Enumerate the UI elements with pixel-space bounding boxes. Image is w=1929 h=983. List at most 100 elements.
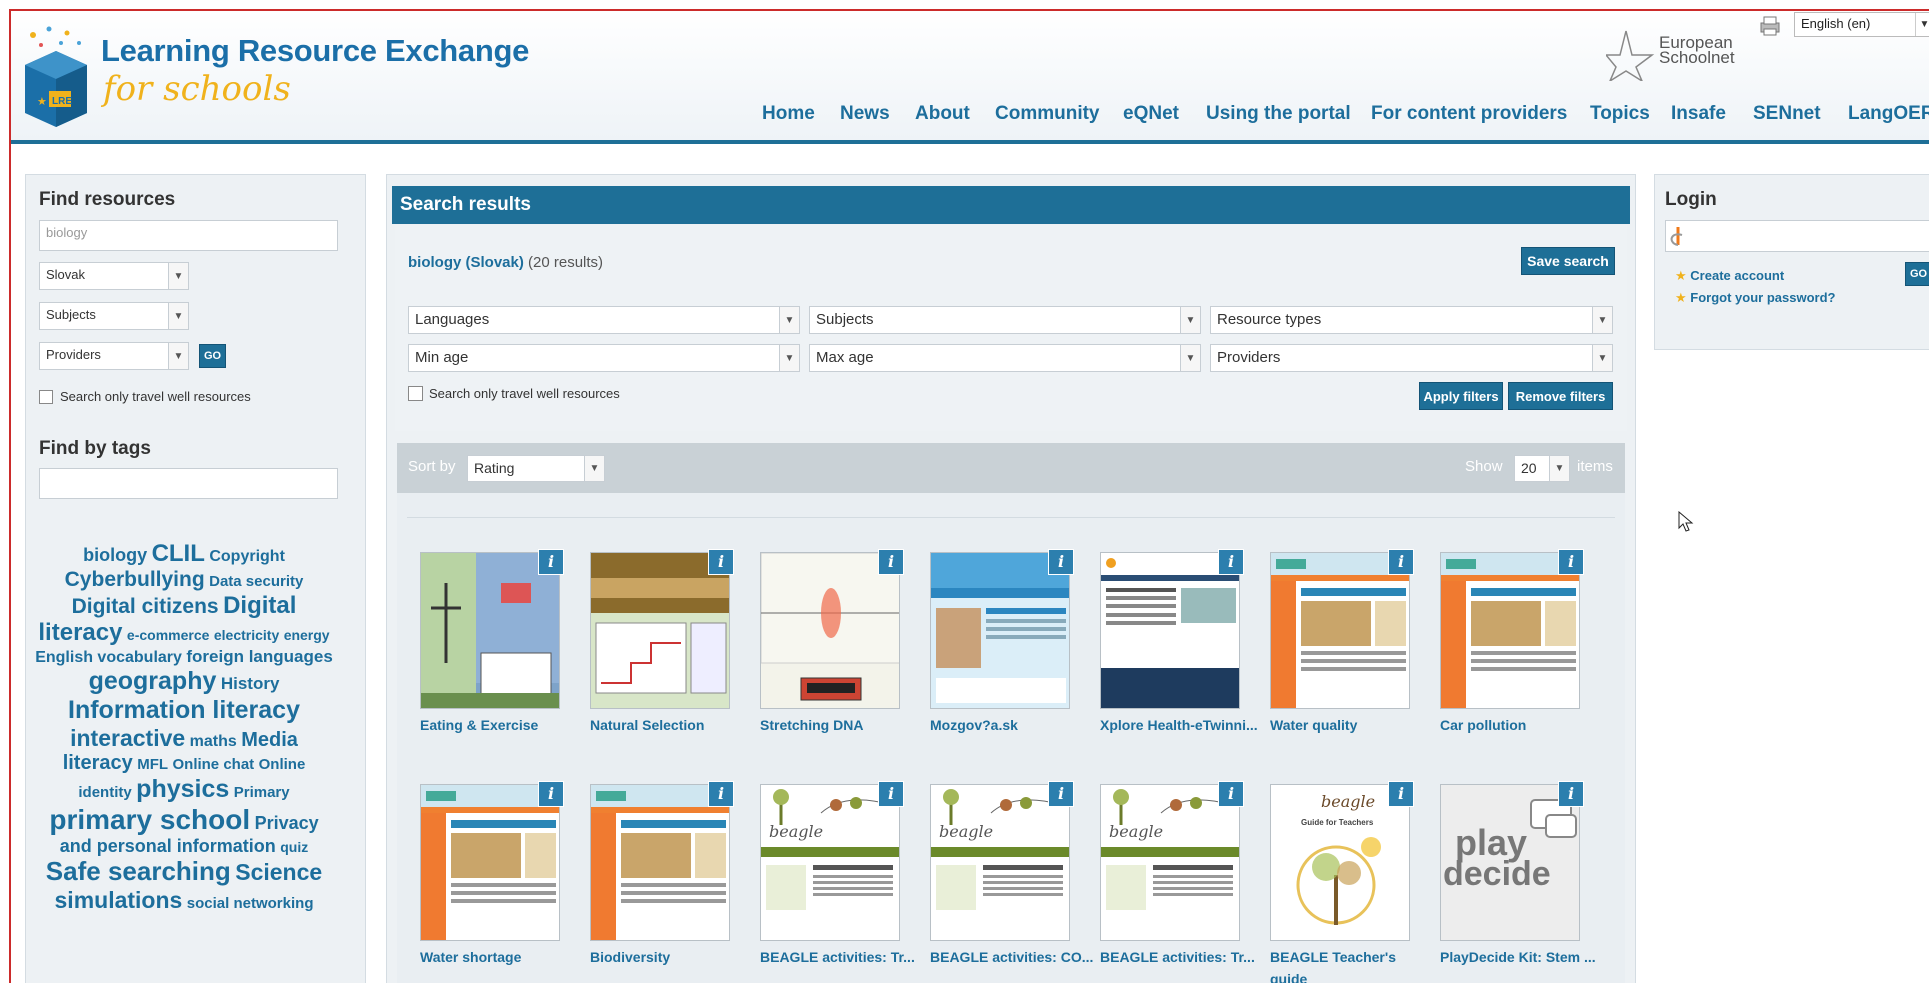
tag-link[interactable]: Digital citizens xyxy=(72,595,219,618)
providers-dropdown[interactable]: Providers ▼ xyxy=(39,342,189,370)
nav-home[interactable]: Home xyxy=(762,103,815,125)
info-icon[interactable]: i xyxy=(1388,549,1414,575)
result-thumbnail[interactable] xyxy=(420,552,560,709)
result-thumbnail[interactable]: play decide xyxy=(1440,784,1580,941)
result-thumbnail[interactable] xyxy=(590,784,730,941)
info-icon[interactable]: i xyxy=(1048,781,1074,807)
result-card[interactable]: i Xplore Health-eTwinni... xyxy=(1100,549,1258,742)
nav-community[interactable]: Community xyxy=(995,103,1100,125)
login-go-button[interactable]: GO xyxy=(1905,262,1929,286)
result-thumbnail[interactable] xyxy=(760,552,900,709)
result-card[interactable]: i Eating & Exercise xyxy=(420,549,570,742)
result-card[interactable]: i Water shortage xyxy=(420,781,570,974)
resource-types-filter[interactable]: Resource types ▼ xyxy=(1210,306,1613,334)
nav-for-content-providers[interactable]: For content providers xyxy=(1371,103,1567,125)
tag-link[interactable]: Safe searching xyxy=(46,856,231,886)
result-thumbnail[interactable] xyxy=(1100,552,1240,709)
nav-insafe[interactable]: Insafe xyxy=(1671,103,1726,125)
result-card[interactable]: i Stretching DNA xyxy=(760,549,910,742)
result-title[interactable]: Water quality xyxy=(1270,714,1435,736)
travel-well-checkbox[interactable] xyxy=(39,390,53,404)
info-icon[interactable]: i xyxy=(538,549,564,575)
result-title[interactable]: BEAGLE activities: Tr... xyxy=(1100,946,1265,968)
languages-filter[interactable]: Languages ▼ xyxy=(408,306,800,334)
tag-link[interactable]: physics xyxy=(136,775,229,803)
result-title[interactable]: Car pollution xyxy=(1440,714,1605,736)
nav-topics[interactable]: Topics xyxy=(1590,103,1650,125)
info-icon[interactable]: i xyxy=(1048,549,1074,575)
result-thumbnail[interactable]: beagle Guide for Teachers xyxy=(1270,784,1410,941)
search-input[interactable]: biology xyxy=(39,220,338,251)
tag-link[interactable]: MFL xyxy=(137,756,168,773)
tag-link[interactable]: CLIL xyxy=(152,540,205,567)
result-title[interactable]: BEAGLE activities: Tr... xyxy=(760,946,925,968)
tag-link[interactable]: Online chat xyxy=(172,756,254,773)
nav-eqnet[interactable]: eQNet xyxy=(1123,103,1179,125)
tag-link[interactable]: Copyright xyxy=(209,548,285,565)
tag-link[interactable]: biology xyxy=(83,545,147,565)
result-card[interactable]: beagle i BEAGLE activities: CO... xyxy=(930,781,1093,974)
openid-input[interactable] xyxy=(1665,220,1929,252)
result-title[interactable]: BEAGLE activities: CO... xyxy=(930,946,1095,968)
page-size-select[interactable]: 20 ▼ xyxy=(1514,455,1570,482)
tag-link[interactable]: electricity xyxy=(214,627,279,643)
nav-about[interactable]: About xyxy=(915,103,970,125)
tag-link[interactable]: English vocabulary xyxy=(35,649,182,666)
info-icon[interactable]: i xyxy=(1218,549,1244,575)
result-card[interactable]: beagle i BEAGLE activities: Tr... xyxy=(1100,781,1255,974)
providers-filter[interactable]: Providers ▼ xyxy=(1210,344,1613,372)
partner-name[interactable]: European Schoolnet xyxy=(1659,34,1739,66)
result-thumbnail[interactable] xyxy=(1270,552,1410,709)
tag-link[interactable]: Data security xyxy=(209,573,303,590)
result-title[interactable]: PlayDecide Kit: Stem ... xyxy=(1440,946,1605,968)
forgot-password-link[interactable]: ★ Forgot your password? xyxy=(1675,290,1835,306)
tag-link[interactable]: maths xyxy=(190,733,237,750)
results-travel-well-checkbox[interactable] xyxy=(408,386,423,401)
save-search-button[interactable]: Save search xyxy=(1521,247,1615,275)
tag-link[interactable]: quiz xyxy=(280,839,308,855)
tag-link[interactable]: interactive xyxy=(70,725,185,751)
apply-filters-button[interactable]: Apply filters xyxy=(1419,382,1503,410)
result-thumbnail[interactable]: beagle xyxy=(1100,784,1240,941)
result-title[interactable]: Biodiversity xyxy=(590,946,755,968)
info-icon[interactable]: i xyxy=(1558,781,1584,807)
language-select[interactable]: English (en) ▼ xyxy=(1794,12,1929,37)
result-title[interactable]: Natural Selection xyxy=(590,714,755,736)
result-card[interactable]: i Water quality xyxy=(1270,549,1420,742)
result-title[interactable]: Water shortage xyxy=(420,946,585,968)
find-go-button[interactable]: GO xyxy=(199,344,226,368)
query-text[interactable]: biology (Slovak) xyxy=(408,254,524,271)
max-age-filter[interactable]: Max age ▼ xyxy=(809,344,1201,372)
result-thumbnail[interactable] xyxy=(590,552,730,709)
nav-sennet[interactable]: SENnet xyxy=(1753,103,1821,125)
subjects-filter[interactable]: Subjects ▼ xyxy=(809,306,1201,334)
info-icon[interactable]: i xyxy=(538,781,564,807)
tag-link[interactable]: History xyxy=(221,674,280,693)
result-card[interactable]: play decide i PlayDecide Kit: Stem ... xyxy=(1440,781,1596,974)
result-thumbnail[interactable]: beagle xyxy=(760,784,900,941)
tag-link[interactable]: primary school xyxy=(49,804,250,835)
info-icon[interactable]: i xyxy=(878,549,904,575)
tag-link[interactable]: geography xyxy=(89,667,217,695)
language-dropdown[interactable]: Slovak ▼ xyxy=(39,262,189,290)
result-title[interactable]: BEAGLE Teacher's guide xyxy=(1270,946,1435,983)
result-thumbnail[interactable] xyxy=(1440,552,1580,709)
sort-select[interactable]: Rating ▼ xyxy=(467,455,605,482)
result-title[interactable]: Eating & Exercise xyxy=(420,714,585,736)
result-card[interactable]: i Natural Selection xyxy=(590,549,740,742)
min-age-filter[interactable]: Min age ▼ xyxy=(408,344,800,372)
result-card[interactable]: i Mozgov?a.sk xyxy=(930,549,1080,742)
tag-link[interactable]: simulations xyxy=(55,887,183,913)
tag-link[interactable]: Information literacy xyxy=(68,696,300,724)
result-thumbnail[interactable] xyxy=(930,552,1070,709)
tag-link[interactable]: Primary xyxy=(234,784,290,801)
remove-filters-button[interactable]: Remove filters xyxy=(1508,382,1613,410)
result-card[interactable]: i Biodiversity xyxy=(590,781,740,974)
tags-input[interactable] xyxy=(39,468,338,499)
subjects-dropdown[interactable]: Subjects ▼ xyxy=(39,302,189,330)
result-title[interactable]: Mozgov?a.sk xyxy=(930,714,1095,736)
info-icon[interactable]: i xyxy=(1218,781,1244,807)
tag-link[interactable]: energy xyxy=(284,627,330,643)
tag-link[interactable]: social networking xyxy=(187,895,314,912)
result-card[interactable]: i Car pollution xyxy=(1440,549,1590,742)
